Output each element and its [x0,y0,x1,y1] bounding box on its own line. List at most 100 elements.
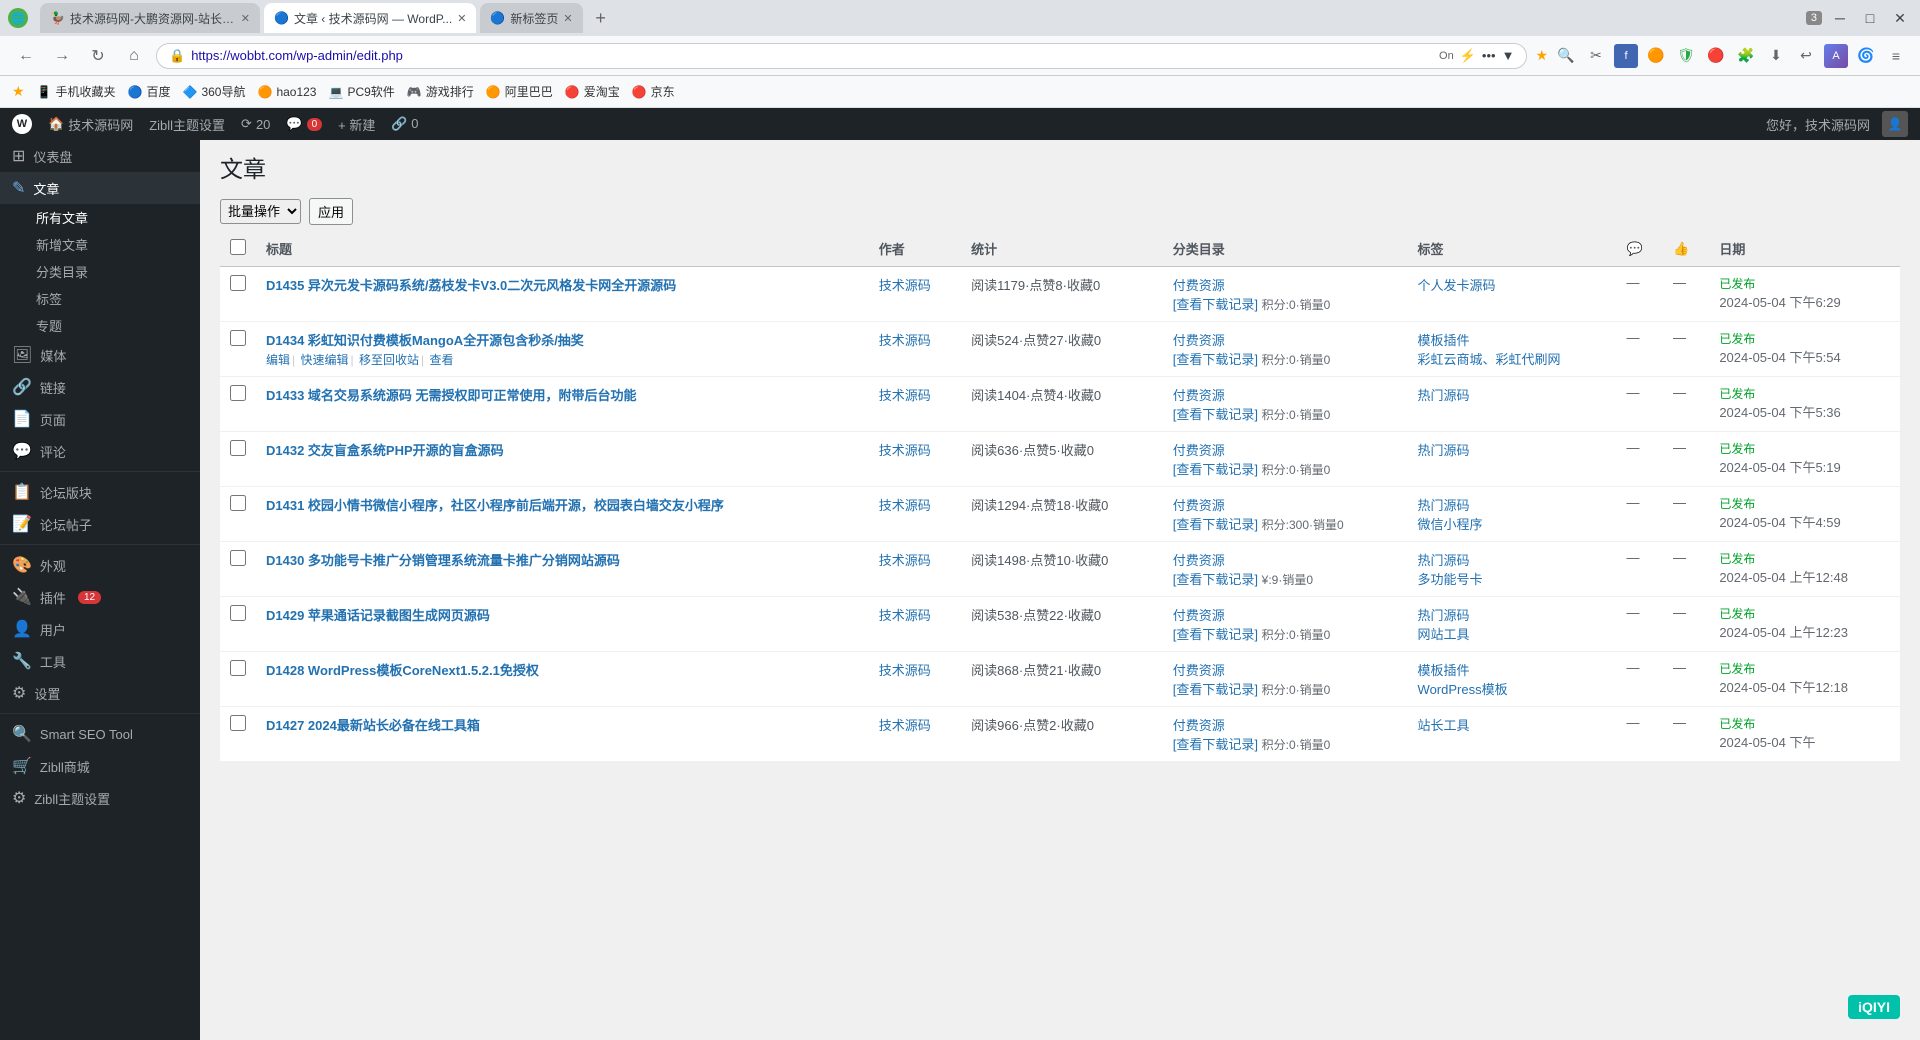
tab2-close[interactable]: ✕ [457,12,466,25]
adminbar-site-name[interactable]: 🏠 技术源码网 [48,115,133,134]
tag-primary-link[interactable]: 热门源码 [1418,388,1470,403]
trash-link[interactable]: 移至回收站 [359,353,419,367]
sidebar-item-users[interactable]: 👤 用户 [0,613,200,645]
tag-secondary-link[interactable]: 彩虹云商城、彩虹代刷网 [1418,352,1561,367]
maximize-button[interactable]: □ [1858,6,1882,30]
bookmark-taobao[interactable]: 🔴 爱淘宝 [565,83,620,100]
bulk-action-select[interactable]: 批量操作 [220,199,301,224]
edit-link[interactable]: 编辑 [266,353,290,367]
sidebar-item-links[interactable]: 🔗 链接 [0,371,200,403]
ext-icon-3[interactable]: 🔴 [1704,44,1728,68]
author-link[interactable]: 技术源码 [879,388,931,403]
tag-secondary-link[interactable]: 网站工具 [1418,627,1470,642]
close-button[interactable]: ✕ [1888,6,1912,30]
post-title-link[interactable]: D1428 WordPress模板CoreNext1.5.2.1免授权 [266,663,539,678]
category-link-text[interactable]: [查看下载记录] [1173,352,1258,367]
row-checkbox[interactable] [230,275,246,291]
category-link-text[interactable]: [查看下载记录] [1173,572,1258,587]
sidebar-topics[interactable]: 专题 [36,312,200,339]
ext-edge[interactable]: 🌀 [1854,44,1878,68]
author-link[interactable]: 技术源码 [879,443,931,458]
address-bar[interactable]: 🔒 https://wobbt.com/wp-admin/edit.php On… [156,43,1527,69]
dropdown-icon[interactable]: ▼ [1502,48,1515,63]
ext-puzzle[interactable]: 🧩 [1734,44,1758,68]
sidebar-item-media[interactable]: 🖼 媒体 [0,339,200,371]
author-link[interactable]: 技术源码 [879,553,931,568]
row-checkbox[interactable] [230,330,246,346]
sidebar-item-forum-section[interactable]: 📋 论坛版块 [0,476,200,508]
sidebar-tags[interactable]: 标签 [36,285,200,312]
tag-primary-link[interactable]: 模板插件 [1418,663,1470,678]
post-title-link[interactable]: D1427 2024最新站长必备在线工具箱 [266,718,480,733]
sidebar-categories[interactable]: 分类目录 [36,258,200,285]
category-primary-link[interactable]: 付费资源 [1173,605,1398,624]
browser-tab-1[interactable]: 🦆 技术源码网-大鹏资源网-站长必... ✕ [40,3,260,33]
author-link[interactable]: 技术源码 [879,333,931,348]
row-checkbox[interactable] [230,550,246,566]
category-link-text[interactable]: [查看下载记录] [1173,462,1258,477]
sidebar-item-smart-seo[interactable]: 🔍 Smart SEO Tool [0,718,200,750]
adminbar-theme-settings[interactable]: Zibll主题设置 [149,115,225,134]
new-tab-button[interactable]: + [587,4,615,32]
tag-primary-link[interactable]: 模板插件 [1418,333,1470,348]
sidebar-item-pages[interactable]: 📄 页面 [0,403,200,435]
tag-primary-link[interactable]: 热门源码 [1418,553,1470,568]
category-primary-link[interactable]: 付费资源 [1173,715,1398,734]
view-link[interactable]: 查看 [429,353,453,367]
adminbar-updates[interactable]: ⟳ 20 [241,116,270,132]
author-link[interactable]: 技术源码 [879,498,931,513]
post-title-link[interactable]: D1432 交友盲盒系统PHP开源的盲盒源码 [266,443,504,458]
bookmark-mobile[interactable]: 📱 手机收藏夹 [37,83,116,100]
tag-primary-link[interactable]: 个人发卡源码 [1418,278,1496,293]
back-button[interactable]: ← [12,42,40,70]
tag-primary-link[interactable]: 热门源码 [1418,498,1470,513]
row-checkbox[interactable] [230,440,246,456]
category-link-text[interactable]: [查看下载记录] [1173,517,1258,532]
category-link-text[interactable]: [查看下载记录] [1173,627,1258,642]
minimize-button[interactable]: ─ [1828,6,1852,30]
sidebar-item-settings[interactable]: ⚙ 设置 [0,677,200,709]
author-link[interactable]: 技术源码 [879,278,931,293]
ext-icon-2[interactable]: 🟠 [1644,44,1668,68]
sidebar-add-post[interactable]: 新增文章 [36,231,200,258]
more-icon[interactable]: ••• [1482,48,1496,63]
category-primary-link[interactable]: 付费资源 [1173,550,1398,569]
menu-icon[interactable]: ≡ [1884,44,1908,68]
row-checkbox[interactable] [230,495,246,511]
quick-edit-link[interactable]: 快速编辑 [300,353,348,367]
sidebar-all-posts[interactable]: 所有文章 [36,204,200,231]
category-primary-link[interactable]: 付费资源 [1173,660,1398,679]
sidebar-item-comments[interactable]: 💬 评论 [0,435,200,467]
category-link-text[interactable]: [查看下载记录] [1173,407,1258,422]
sidebar-item-appearance[interactable]: 🎨 外观 [0,549,200,581]
scissors-icon[interactable]: ✂ [1584,44,1608,68]
tag-primary-link[interactable]: 热门源码 [1418,443,1470,458]
category-primary-link[interactable]: 付费资源 [1173,385,1398,404]
row-checkbox[interactable] [230,715,246,731]
category-link-text[interactable]: [查看下载记录] [1173,682,1258,697]
post-title-link[interactable]: D1434 彩虹知识付费模板MangoA全开源包含秒杀/抽奖 [266,333,584,348]
tag-secondary-link[interactable]: 多功能号卡 [1418,572,1483,587]
ext-icon-1[interactable]: f [1614,44,1638,68]
category-primary-link[interactable]: 付费资源 [1173,495,1398,514]
tag-secondary-link[interactable]: WordPress模板 [1418,682,1508,697]
ext-ai[interactable]: A [1824,44,1848,68]
sidebar-item-plugins[interactable]: 🔌 插件 12 [0,581,200,613]
adminbar-new[interactable]: + 新建 [338,115,375,134]
bookmark-baidu[interactable]: 🔵 百度 [128,83,171,100]
row-checkbox[interactable] [230,385,246,401]
category-primary-link[interactable]: 付费资源 [1173,275,1398,294]
post-title-link[interactable]: D1431 校园小情书微信小程序，社区小程序前后端开源，校园表白墙交友小程序 [266,498,724,513]
row-checkbox[interactable] [230,605,246,621]
post-title-link[interactable]: D1435 异次元发卡源码系统/荔枝发卡V3.0二次元风格发卡网全开源源码 [266,278,676,293]
category-primary-link[interactable]: 付费资源 [1173,330,1398,349]
bookmark-alibaba[interactable]: 🟠 阿里巴巴 [486,83,553,100]
ext-undo[interactable]: ↩ [1794,44,1818,68]
post-title-link[interactable]: D1429 苹果通话记录截图生成网页源码 [266,608,490,623]
reload-button[interactable]: ↻ [84,42,112,70]
apply-button[interactable]: 应用 [309,198,353,225]
adminbar-links[interactable]: 🔗 0 [391,116,418,132]
category-link-text[interactable]: [查看下载记录] [1173,297,1258,312]
row-checkbox[interactable] [230,660,246,676]
browser-tab-2[interactable]: 🔵 文章 ‹ 技术源码网 — WordP... ✕ [264,3,476,33]
